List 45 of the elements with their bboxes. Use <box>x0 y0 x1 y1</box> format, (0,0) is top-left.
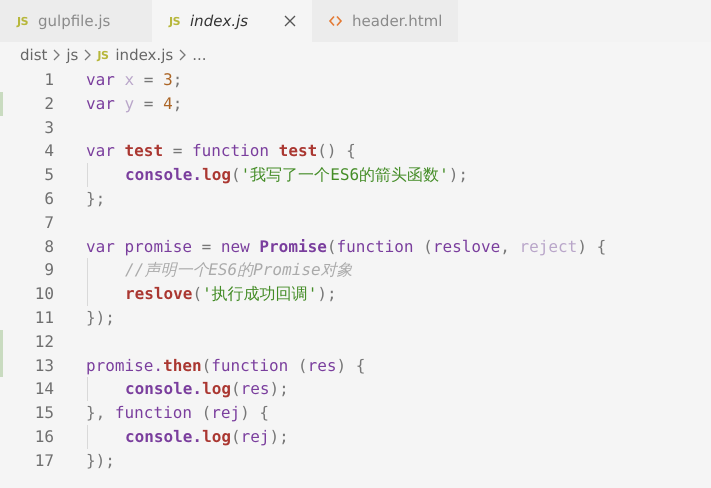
code-line: var test = function test() { <box>86 140 356 162</box>
code-line: var y = 4; <box>86 92 182 115</box>
code-line: }; <box>86 188 106 210</box>
breadcrumb-item[interactable]: ... <box>192 46 206 64</box>
code-line: reslove('执行成功回调'); <box>125 283 337 306</box>
code-line: }, function (rej) { <box>86 402 270 424</box>
line-number: 7 <box>43 212 54 234</box>
editor-tab[interactable]: JS gulpfile.js <box>0 0 152 42</box>
line-number: 15 <box>34 402 54 424</box>
line-number: 14 <box>34 378 54 400</box>
line-number: 3 <box>43 116 54 139</box>
line-number: 10 <box>34 283 54 306</box>
code-line: console.log(res); <box>125 378 289 400</box>
chevron-right-icon <box>53 49 60 61</box>
code-line: //声明一个ES6的Promise对象 <box>125 259 353 282</box>
line-number: 5 <box>43 164 54 186</box>
code-line: promise.then(function (res) { <box>86 354 366 377</box>
line-number: 11 <box>34 306 54 329</box>
code-brackets-icon <box>329 15 342 27</box>
code-line: var promise = new Promise(function (reslove, reject) { <box>86 236 606 258</box>
line-number: 6 <box>43 188 54 210</box>
breadcrumb-item[interactable]: dist <box>20 46 48 64</box>
line-number: 12 <box>34 330 54 353</box>
editor-tab[interactable]: header.html <box>312 0 458 42</box>
code-line: }); <box>86 450 115 472</box>
line-number: 2 <box>43 92 54 115</box>
line-number: 16 <box>34 426 54 448</box>
line-number: 9 <box>43 259 54 282</box>
line-number: 13 <box>34 354 54 377</box>
js-file-icon: JS <box>17 14 28 28</box>
line-number: 17 <box>34 450 54 472</box>
chevron-right-icon <box>179 49 186 61</box>
breadcrumb-item[interactable]: js <box>66 46 78 64</box>
line-number: 4 <box>43 140 54 162</box>
js-file-icon: JS <box>169 14 180 28</box>
code-line: console.log('我写了一个ES6的箭头函数'); <box>125 164 468 186</box>
code-line: console.log(rej); <box>125 426 289 448</box>
close-icon[interactable] <box>284 15 296 27</box>
chevron-right-icon <box>84 49 92 61</box>
line-number: 1 <box>43 69 54 91</box>
js-file-icon: JS <box>97 48 108 62</box>
code-line: var x = 3; <box>86 69 182 91</box>
line-number: 8 <box>43 236 54 258</box>
breadcrumb-item[interactable]: index.js <box>115 46 174 64</box>
code-line: }); <box>86 306 115 329</box>
